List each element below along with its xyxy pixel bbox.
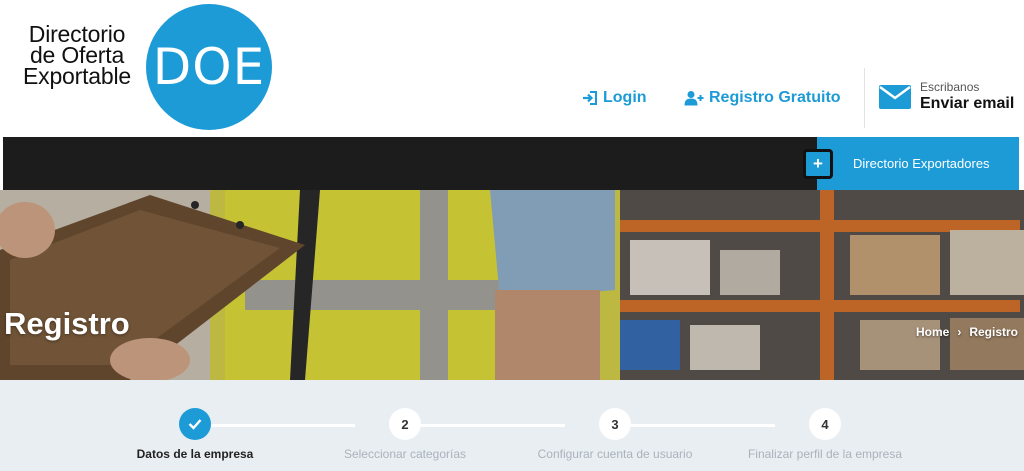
directory-exporters-label: Directorio Exportadores xyxy=(853,156,990,171)
step-4-circle: 4 xyxy=(809,408,841,440)
send-email-link[interactable]: Escribanos Enviar email xyxy=(878,78,1024,118)
step-3-circle: 3 xyxy=(599,408,631,440)
step-1-label: Datos de la empresa xyxy=(136,447,254,461)
login-link[interactable]: Login xyxy=(582,88,647,108)
breadcrumb-current: Registro xyxy=(969,325,1018,339)
directory-exporters-button[interactable]: Directorio Exportadores xyxy=(817,137,1019,190)
logo-badge: DOE xyxy=(146,4,272,130)
hero-banner: Registro Home › Registro xyxy=(0,190,1024,380)
envelope-icon xyxy=(879,85,911,109)
email-caption: Escribanos xyxy=(920,80,980,94)
sign-in-icon xyxy=(583,91,597,105)
step-4-label: Finalizar perfil de la empresa xyxy=(747,447,903,461)
check-icon xyxy=(188,419,202,430)
step-connector xyxy=(631,424,775,427)
page-title: Registro xyxy=(4,306,130,341)
site-header: Directorio de Oferta Exportable DOE Logi… xyxy=(0,0,1024,137)
login-label: Login xyxy=(603,89,647,106)
breadcrumb-separator-icon: › xyxy=(957,325,962,339)
step-2-circle: 2 xyxy=(389,408,421,440)
email-title: Enviar email xyxy=(920,95,1015,112)
hero-background-image xyxy=(0,190,1024,380)
logo-line-3: Exportable xyxy=(23,63,131,89)
header-divider xyxy=(864,68,865,128)
register-link[interactable]: Registro Gratuito xyxy=(684,88,841,108)
plus-toggle-button[interactable]: + xyxy=(803,149,833,179)
site-logo[interactable]: Directorio de Oferta Exportable DOE xyxy=(8,4,278,130)
logo-badge-text: DOE xyxy=(152,38,266,96)
breadcrumb-home-link[interactable]: Home xyxy=(916,325,949,339)
step-connector xyxy=(211,424,355,427)
step-2-label: Seleccionar categorías xyxy=(343,447,467,461)
logo-text: Directorio de Oferta Exportable xyxy=(12,23,142,89)
user-plus-icon xyxy=(684,91,704,106)
step-connector xyxy=(421,424,565,427)
breadcrumb: Home › Registro xyxy=(916,325,1018,339)
step-3-label: Configurar cuenta de usuario xyxy=(537,447,693,461)
step-1-circle xyxy=(179,408,211,440)
registration-steps: 2 3 4 Datos de la empresa Seleccionar ca… xyxy=(0,380,1024,471)
plus-icon: + xyxy=(813,154,823,173)
register-label: Registro Gratuito xyxy=(709,89,841,106)
